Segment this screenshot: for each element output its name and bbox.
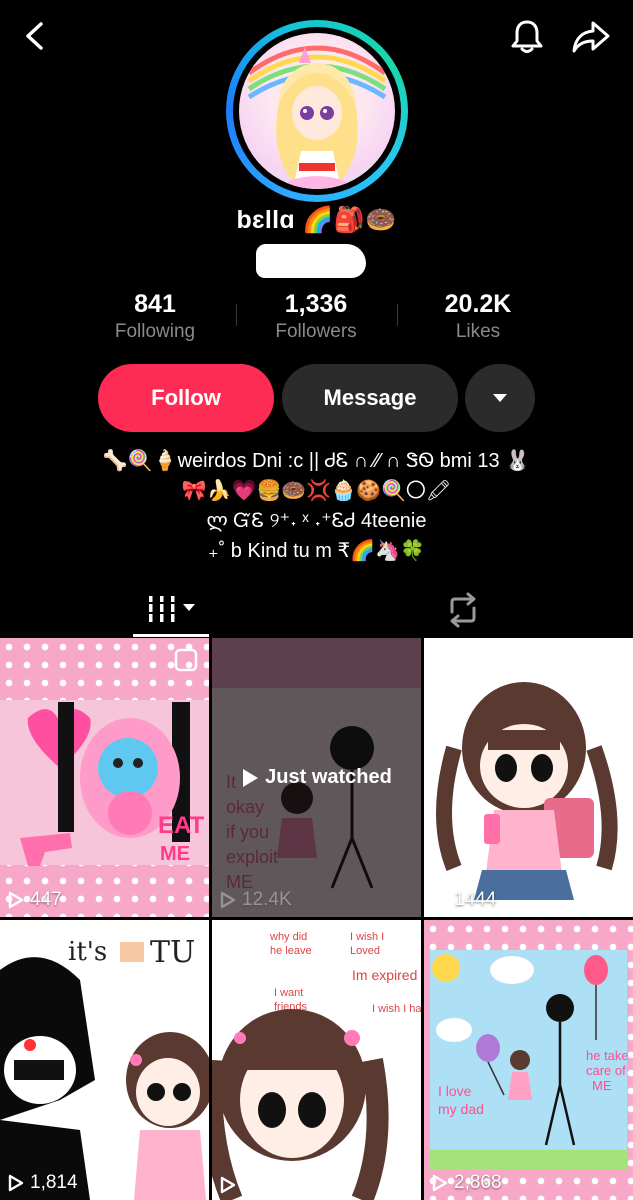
view-count-text: 1,814: [30, 1172, 78, 1193]
followers-label: Followers: [275, 321, 357, 342]
view-count: [220, 1176, 242, 1194]
video-tile[interactable]: why did he leave I wish I Loved Im expir…: [212, 920, 421, 1200]
profile-bio: 🦴🍭🍦weirdos Dni :c || ᏧᏋ ∩ ⁄⁄ ∩ ᏕᏫ bmi 13…: [0, 446, 633, 566]
bio-line: 🦴🍭🍦weirdos Dni :c || ᏧᏋ ∩ ⁄⁄ ∩ ᏕᏫ bmi 13…: [102, 450, 531, 472]
video-thumbnail: [436, 682, 618, 900]
svg-text:my dad: my dad: [438, 1101, 484, 1117]
svg-text:he take: he take: [586, 1048, 629, 1063]
stat-following[interactable]: 841 Following: [75, 290, 235, 343]
view-count-text: 2,868: [454, 1172, 502, 1193]
bio-line: ლ ᏳᏋ ୨⁺˖ ˣ ˖⁺ᏋᏧ 4teenie: [206, 510, 427, 532]
svg-text:EAT: EAT: [158, 812, 205, 839]
play-icon: [220, 891, 236, 909]
following-count: 841: [134, 290, 176, 318]
play-icon: [220, 1176, 236, 1194]
view-count: 1444: [432, 889, 496, 911]
svg-text:I wish I: I wish I: [350, 931, 384, 943]
video-thumbnail: it's TU: [0, 935, 209, 1200]
chevron-left-icon: [26, 22, 43, 50]
follow-button[interactable]: Follow: [98, 364, 274, 432]
view-count: 447: [8, 889, 62, 911]
video-grid: EAT ME 447 It okay if you exploit ME Jus…: [0, 638, 633, 1200]
following-label: Following: [114, 321, 196, 342]
suggested-accounts-button[interactable]: [465, 364, 535, 432]
active-tab-indicator: [133, 634, 209, 637]
stat-likes[interactable]: 20.2K Likes: [398, 290, 558, 343]
video-tile[interactable]: It okay if you exploit ME Just watched 1…: [212, 638, 421, 917]
video-thumbnail: I love my dad he take care of ME: [430, 950, 629, 1170]
svg-text:Im expired: Im expired: [352, 967, 417, 983]
svg-text:why did: why did: [269, 931, 307, 943]
followers-count: 1,336: [284, 290, 348, 318]
back-button[interactable]: [14, 16, 54, 56]
play-icon: [432, 891, 448, 909]
view-count: 12.4K: [220, 889, 292, 911]
play-icon: [8, 1174, 24, 1192]
svg-text:I wish I ha: I wish I ha: [372, 1003, 421, 1015]
view-count-text: 447: [30, 889, 62, 910]
tab-reposts[interactable]: [444, 590, 482, 630]
video-tile[interactable]: I love my dad he take care of ME 2,868: [424, 920, 633, 1200]
video-thumbnail: EAT ME: [0, 648, 209, 866]
play-icon: [8, 891, 24, 909]
bio-line: 🎀🍌💗🍔🍩💢🧁🍪🍭〇🖍: [181, 480, 452, 502]
svg-text:I want: I want: [274, 987, 303, 999]
bell-icon: [511, 20, 543, 53]
video-tile[interactable]: EAT ME 447: [0, 638, 209, 917]
likes-count: 20.2K: [444, 290, 512, 318]
view-count: 2,868: [432, 1172, 502, 1194]
svg-text:Loved: Loved: [350, 945, 380, 957]
svg-text:TU: TU: [150, 935, 195, 970]
svg-text:I love: I love: [438, 1083, 472, 1099]
svg-text:it's: it's: [68, 937, 107, 967]
redacted-username: [256, 244, 366, 278]
profile-name: bɛllɑ 🌈🎒🍩: [236, 206, 397, 234]
profile-stats: 841 Following 1,336 Followers 20.2K Like…: [0, 290, 633, 350]
video-tile[interactable]: it's TU 1,814: [0, 920, 209, 1200]
play-icon: [432, 1174, 448, 1192]
play-filled-icon: [243, 768, 259, 787]
profile-avatar[interactable]: [226, 20, 408, 202]
just-watched-label: Just watched: [265, 766, 392, 788]
svg-text:he leave: he leave: [270, 945, 312, 957]
bio-line: ₊˚ b Kind tu m ₹🌈🦄🍀: [208, 540, 425, 562]
message-button[interactable]: Message: [282, 364, 458, 432]
video-tile[interactable]: 1444: [424, 638, 633, 917]
repost-icon: [450, 592, 476, 628]
just-watched-overlay: Just watched: [212, 638, 421, 917]
share-button[interactable]: [568, 16, 614, 58]
view-count-text: 12.4K: [242, 889, 292, 910]
stat-followers[interactable]: 1,336 Followers: [236, 290, 396, 343]
likes-label: Likes: [455, 321, 501, 342]
grid-icon: [147, 596, 195, 622]
view-count-text: 1444: [454, 889, 497, 910]
svg-text:ME: ME: [160, 843, 190, 865]
caret-down-icon: [493, 394, 507, 402]
share-arrow-icon: [572, 21, 610, 53]
video-thumbnail: why did he leave I wish I Loved Im expir…: [212, 931, 421, 1200]
svg-text:ME: ME: [592, 1078, 612, 1093]
tab-videos[interactable]: [145, 590, 205, 630]
avatar-image: [239, 33, 395, 189]
content-tabs: [0, 586, 633, 638]
view-count: 1,814: [8, 1172, 78, 1194]
notification-bell-button[interactable]: [506, 16, 548, 58]
svg-text:care of: care of: [586, 1063, 626, 1078]
